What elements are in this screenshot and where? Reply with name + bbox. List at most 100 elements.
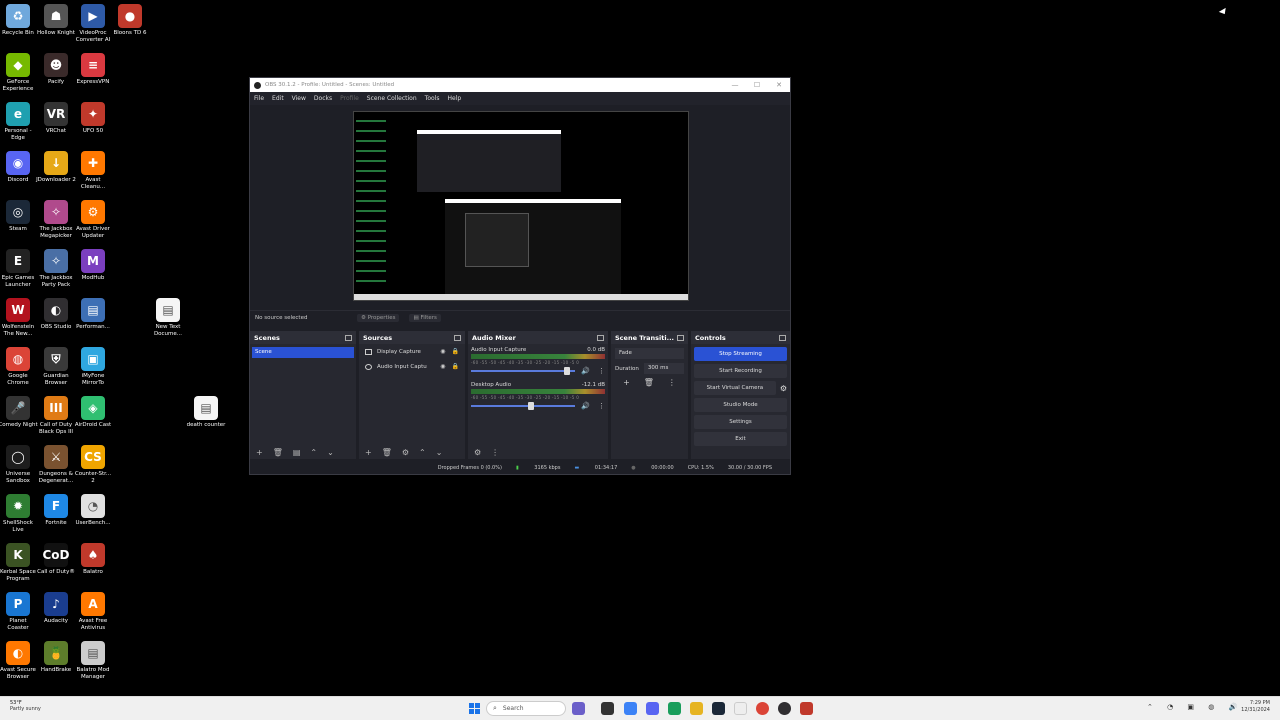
desktop-icon[interactable]: ◐ Avast Secure Browser [0, 641, 38, 681]
desktop-icon[interactable]: K Kerbal Space Program [0, 543, 38, 583]
source-item-display-capture[interactable]: Display Capture ◉ 🔒 [359, 344, 465, 359]
menu-docks[interactable]: Docks [314, 95, 332, 102]
copilot-icon[interactable] [572, 702, 585, 715]
desktop-icon[interactable]: ♪ Audacity [36, 592, 76, 625]
desktop-icon[interactable]: ✚ Avast Cleanu... [73, 151, 113, 191]
desktop-icon[interactable]: CoD Call of Duty® [36, 543, 76, 576]
volume-slider-handle[interactable] [563, 367, 570, 375]
menu-profile[interactable]: Profile [340, 95, 359, 102]
desktop-icon[interactable]: ◍ Google Chrome [0, 347, 38, 387]
obs-taskbar-icon[interactable] [778, 702, 791, 715]
weather-widget[interactable]: 53°F Partly sunny [10, 700, 41, 712]
desktop-icon[interactable]: ◎ Steam [0, 200, 38, 233]
app-icon[interactable] [624, 702, 637, 715]
volume-slider[interactable] [471, 402, 576, 410]
lock-icon[interactable]: 🔒 [452, 363, 459, 370]
add-source-button[interactable]: + [365, 448, 372, 457]
menu-file[interactable]: File [254, 95, 264, 102]
desktop-icon[interactable]: ♻ Recycle Bin [0, 4, 38, 37]
move-up-button[interactable]: ⌃ [419, 448, 426, 457]
desktop-icon[interactable]: E Epic Games Launcher [0, 249, 38, 289]
desktop-icon[interactable]: ✦ UFO 50 [73, 102, 113, 135]
visibility-icon[interactable]: ◉ [440, 363, 445, 370]
desktop-icon[interactable]: ☻ Pacify [36, 53, 76, 86]
minimize-button[interactable]: — [724, 81, 746, 89]
desktop-icon[interactable]: ✹ ShellShock Live [0, 494, 38, 534]
file-explorer-icon[interactable] [690, 702, 703, 715]
desktop-icon[interactable]: 🍍 HandBrake [36, 641, 76, 674]
source-item-audio-input[interactable]: Audio Input Captu ◉ 🔒 [359, 359, 465, 374]
undock-icon[interactable] [779, 334, 786, 341]
desktop-icon[interactable]: VR VRChat [36, 102, 76, 135]
exit-button[interactable]: Exit [694, 432, 787, 446]
desktop-icon[interactable]: ☗ Hollow Knight [36, 4, 76, 37]
menu-view[interactable]: View [292, 95, 306, 102]
move-up-button[interactable]: ⌃ [310, 448, 317, 457]
volume-slider[interactable] [471, 367, 576, 375]
speaker-icon[interactable]: 🔊 [581, 367, 590, 375]
desktop-icon[interactable]: ● Bloons TD 6 [110, 4, 150, 37]
maximize-button[interactable]: ☐ [746, 81, 768, 89]
desktop-icon[interactable]: ◔ UserBench... [73, 494, 113, 527]
preview-canvas[interactable] [353, 111, 689, 301]
desktop-icon[interactable]: M ModHub [73, 249, 113, 282]
undock-icon[interactable] [677, 334, 684, 341]
mixer-menu-button[interactable]: ⋮ [491, 448, 499, 457]
desktop-icon[interactable]: III Call of Duty Black Ops III [36, 396, 76, 436]
desktop-icon[interactable]: ◉ Discord [0, 151, 38, 184]
desktop-icon[interactable]: ◐ OBS Studio [36, 298, 76, 331]
more-options-icon[interactable]: ⋮ [598, 367, 605, 375]
desktop-icon[interactable]: W Wolfenstein The New... [0, 298, 38, 338]
desktop-icon[interactable]: ⛨ Guardian Browser [36, 347, 76, 387]
desktop-icon[interactable]: ▤ death counter [186, 396, 226, 429]
desktop-icon[interactable]: A Avast Free Antivirus [73, 592, 113, 632]
system-tray[interactable]: ⌃ ◔ ▣ ◍ 🔊 [1147, 703, 1243, 711]
start-virtual-camera-button[interactable]: Start Virtual Camera [694, 381, 776, 395]
notepad-icon[interactable] [734, 702, 747, 715]
desktop-icon[interactable]: F Fortnite [36, 494, 76, 527]
scene-item[interactable]: Scene [252, 347, 354, 358]
desktop-icon[interactable]: ◯ Universe Sandbox [0, 445, 38, 485]
start-button[interactable] [469, 703, 480, 714]
desktop-icon[interactable]: ▣ iMyFone MirrorTo [73, 347, 113, 387]
desktop-icon[interactable]: ✧ The Jackbox Megapicker [36, 200, 76, 240]
obs-titlebar[interactable]: OBS 30.1.2 - Profile: Untitled - Scenes:… [250, 78, 790, 92]
start-recording-button[interactable]: Start Recording [694, 364, 787, 378]
desktop-icon[interactable]: ✧ The Jackbox Party Pack [36, 249, 76, 289]
desktop-icon[interactable]: ◆ GeForce Experience [0, 53, 38, 93]
scene-filters-button[interactable]: ▤ [293, 448, 301, 457]
desktop-icon[interactable]: P Planet Coaster [0, 592, 38, 632]
menu-help[interactable]: Help [447, 95, 461, 102]
add-transition-button[interactable]: + [623, 378, 630, 387]
source-properties-button[interactable]: ⚙ [402, 448, 409, 457]
desktop-icon[interactable]: ♠ Balatro [73, 543, 113, 576]
app-icon[interactable] [800, 702, 813, 715]
remove-source-button[interactable]: 🗑 [382, 448, 392, 457]
settings-button[interactable]: Settings [694, 415, 787, 429]
undock-icon[interactable] [597, 334, 604, 341]
desktop-icon[interactable]: CS Counter-Str... 2 [73, 445, 113, 485]
chrome-icon[interactable] [756, 702, 769, 715]
lock-icon[interactable]: 🔒 [452, 348, 459, 355]
stop-streaming-button[interactable]: Stop Streaming [694, 347, 787, 361]
desktop-icon[interactable]: ▤ Performan... [73, 298, 113, 331]
add-scene-button[interactable]: + [256, 448, 263, 457]
desktop-icon[interactable]: ↓ JDownloader 2 [36, 151, 76, 184]
desktop-icon[interactable]: ≡ ExpressVPN [73, 53, 113, 86]
desktop-icon[interactable]: ⚙ Avast Driver Updater [73, 200, 113, 240]
move-down-button[interactable]: ⌄ [436, 448, 443, 457]
filters-button[interactable]: ▤ Filters [409, 314, 441, 322]
gear-icon[interactable]: ⚙ [780, 384, 787, 393]
steam-icon[interactable] [712, 702, 725, 715]
remove-transition-button[interactable]: 🗑 [644, 378, 654, 387]
menu-scene-collection[interactable]: Scene Collection [367, 95, 417, 102]
advanced-audio-button[interactable]: ⚙ [474, 448, 481, 457]
remove-scene-button[interactable]: 🗑 [273, 448, 283, 457]
edge-icon[interactable] [668, 702, 681, 715]
task-view-icon[interactable] [601, 702, 614, 715]
menu-tools[interactable]: Tools [425, 95, 440, 102]
undock-icon[interactable] [345, 334, 352, 341]
desktop-icon[interactable]: e Personal - Edge [0, 102, 38, 142]
discord-icon[interactable] [646, 702, 659, 715]
visibility-icon[interactable]: ◉ [440, 348, 445, 355]
